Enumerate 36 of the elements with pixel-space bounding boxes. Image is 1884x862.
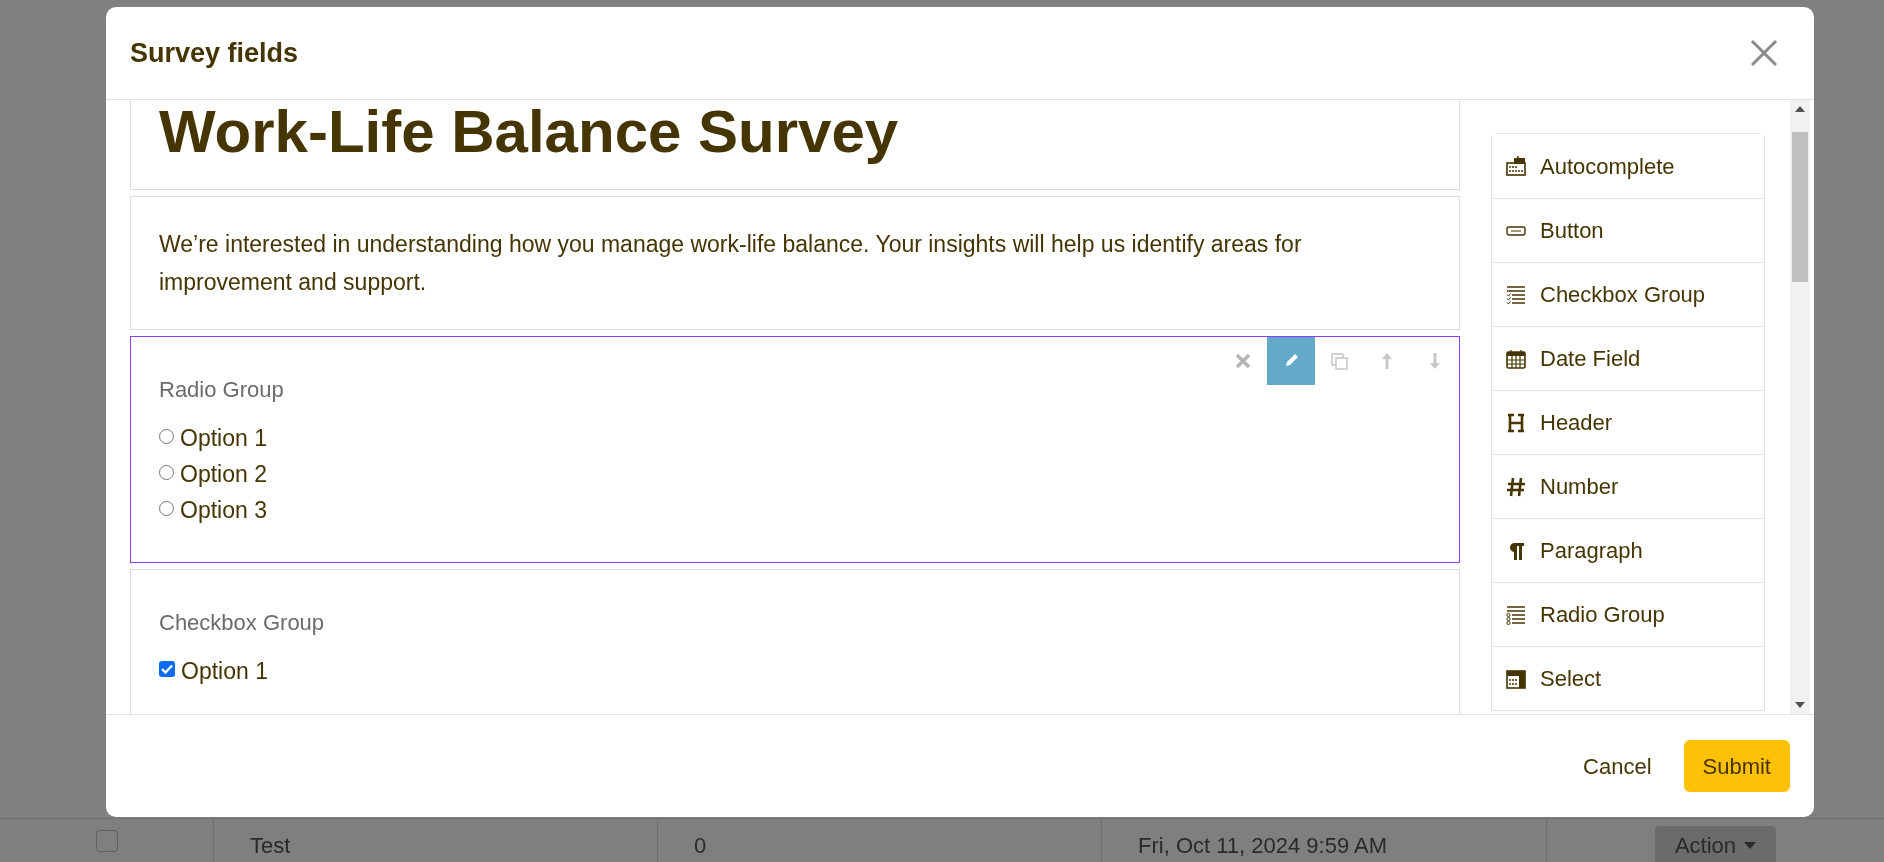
checkbox[interactable] xyxy=(159,661,175,677)
caret-icon xyxy=(1744,842,1757,849)
table-cell-text: Fri, Oct 11, 2024 9:59 AM xyxy=(1138,832,1388,860)
calendar-icon xyxy=(1506,348,1526,369)
row-checkbox[interactable] xyxy=(95,829,118,852)
table-cell-text: 0 xyxy=(694,832,707,860)
pencil-button[interactable] xyxy=(1267,337,1315,385)
close-icon[interactable] xyxy=(1750,39,1778,67)
scroll-up-icon[interactable] xyxy=(1795,106,1805,112)
copy-icon xyxy=(1330,352,1348,370)
form-field-card[interactable]: Checkbox Group Option 1 xyxy=(130,569,1460,714)
field-label: Radio Group xyxy=(159,376,285,404)
select-list-icon xyxy=(1506,668,1526,689)
checklist-icon xyxy=(1506,284,1526,305)
option-label: Option 1 xyxy=(181,656,268,686)
option-label: Option 1 xyxy=(180,423,267,453)
heading-icon xyxy=(1506,412,1526,433)
option-label: Option 2 xyxy=(180,459,267,489)
form-field-card[interactable]: We’re interested in understanding how you manage work-life balance. Your insights will help us identify areas for improvement and support. xyxy=(130,196,1460,330)
survey-description: We’re interested in understanding how you manage work-life balance. Your insights will help us identify areas for improvement and support. xyxy=(159,230,1303,297)
cancel-button[interactable]: Cancel xyxy=(1577,740,1658,792)
scrollbar-thumb[interactable] xyxy=(1792,132,1808,282)
scroll-down-icon[interactable] xyxy=(1795,702,1805,708)
form-field-card[interactable]: Work-Life Balance Survey xyxy=(130,100,1460,190)
radio-list-icon xyxy=(1506,604,1526,625)
survey-title: Work-Life Balance Survey xyxy=(159,100,900,165)
modal-title: Survey fields xyxy=(130,36,299,70)
check-icon xyxy=(161,664,173,674)
hash-icon xyxy=(1506,476,1526,497)
field-label: Checkbox Group xyxy=(159,609,326,637)
submit-button[interactable]: Submit xyxy=(1683,740,1790,792)
table-cell-text: Test xyxy=(250,832,291,860)
autocomplete-field-icon xyxy=(1506,156,1526,176)
option-label: Option 3 xyxy=(180,495,267,525)
form-field-card[interactable]: Radio Group Option 1 Option 2 Option 3 xyxy=(130,336,1460,563)
delete-icon xyxy=(1234,352,1252,370)
